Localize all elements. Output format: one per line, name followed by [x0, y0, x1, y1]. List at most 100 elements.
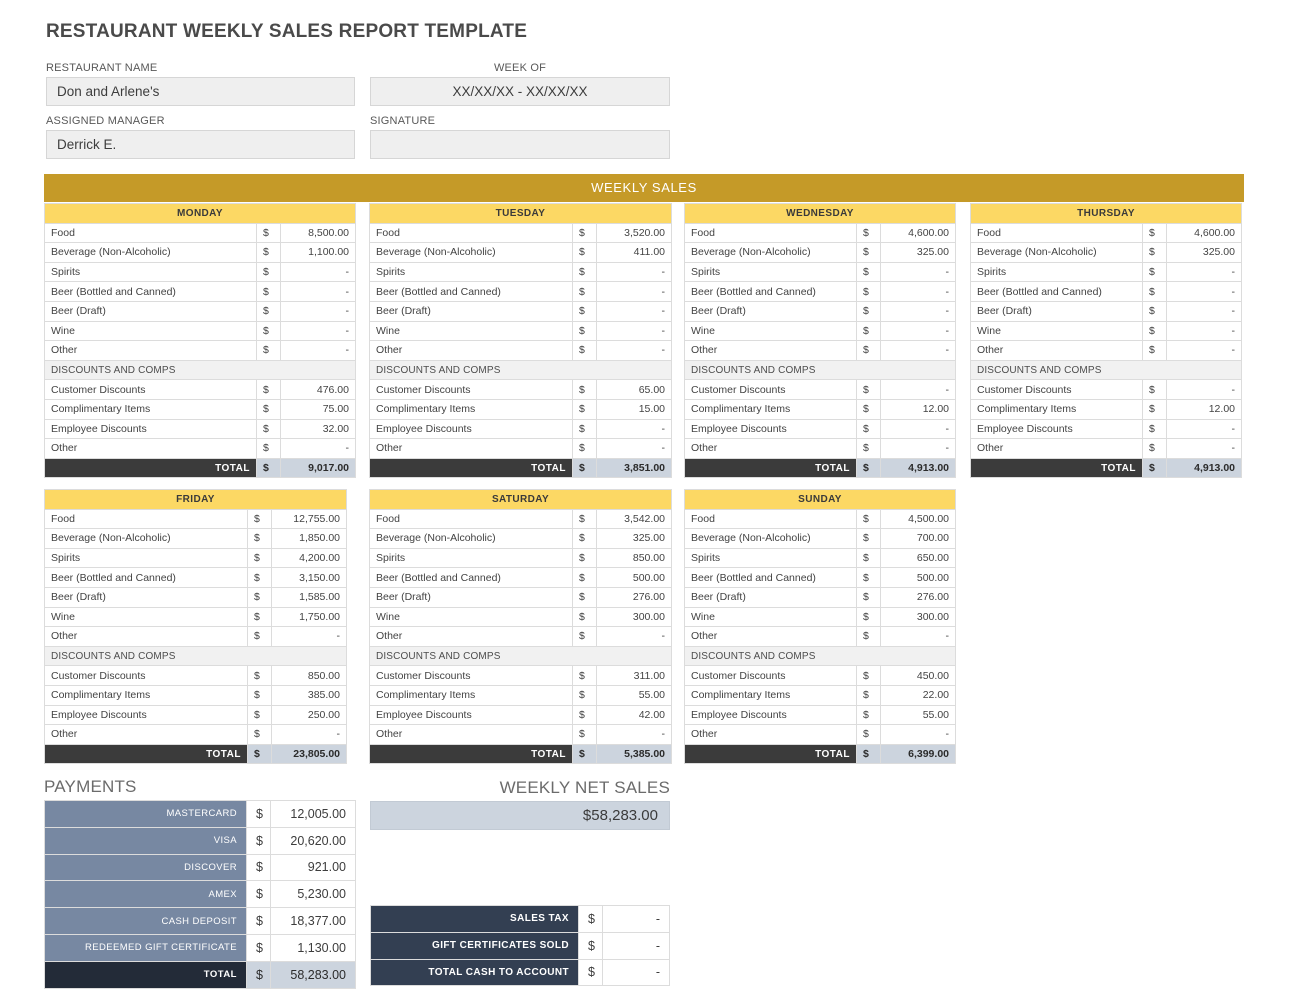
sales-amount-cell[interactable]: 1,100.00 [280, 242, 356, 263]
sales-amount-cell[interactable]: - [1166, 281, 1242, 302]
discount-category-label: Employee Discounts [684, 418, 857, 440]
sales-amount-cell[interactable]: 276.00 [880, 586, 956, 608]
assigned-manager-input[interactable]: Derrick E. [46, 130, 355, 159]
discount-amount-cell[interactable]: 42.00 [596, 704, 672, 726]
sales-amount-cell[interactable]: 325.00 [596, 528, 672, 549]
sales-amount-cell[interactable]: 4,500.00 [880, 508, 956, 530]
sales-amount-cell[interactable]: 500.00 [596, 567, 672, 588]
discount-amount-cell[interactable]: - [880, 724, 956, 745]
sales-amount-cell[interactable]: - [880, 261, 956, 283]
discount-amount-cell[interactable]: 476.00 [280, 379, 356, 400]
discount-amount-cell[interactable]: - [1166, 438, 1242, 459]
currency-symbol: $ [247, 724, 272, 745]
sales-amount-cell[interactable]: - [880, 281, 956, 302]
sales-amount-cell[interactable]: 850.00 [596, 547, 672, 569]
discount-amount-cell[interactable]: 65.00 [596, 379, 672, 400]
sales-amount-cell[interactable]: 325.00 [880, 242, 956, 263]
summary-amount-cell[interactable]: - [602, 958, 670, 987]
sales-amount-cell[interactable]: 3,150.00 [271, 567, 347, 588]
table-row: Employee Discounts $ - [369, 418, 672, 440]
discounts-section-label: DISCOUNTS AND COMPS [44, 359, 356, 381]
table-row: Spirits $ - [44, 261, 356, 283]
payment-amount-cell[interactable]: 12,005.00 [270, 800, 356, 828]
sales-amount-cell[interactable]: - [596, 261, 672, 283]
discount-amount-cell[interactable]: - [1166, 418, 1242, 440]
sales-amount-cell[interactable]: - [880, 340, 956, 361]
discount-amount-cell[interactable]: 850.00 [271, 665, 347, 686]
discount-amount-cell[interactable]: - [271, 724, 347, 745]
discount-amount-cell[interactable]: 55.00 [596, 684, 672, 706]
currency-symbol: $ [1142, 222, 1167, 244]
currency-symbol: $ [578, 931, 603, 960]
discount-amount-cell[interactable]: 12.00 [880, 398, 956, 420]
discount-amount-cell[interactable]: - [880, 379, 956, 400]
payment-amount-cell[interactable]: 18,377.00 [270, 907, 356, 935]
discount-amount-cell[interactable]: 250.00 [271, 704, 347, 726]
sales-amount-cell[interactable]: - [596, 281, 672, 302]
sales-amount-cell[interactable]: - [280, 340, 356, 361]
sales-amount-cell[interactable]: 8,500.00 [280, 222, 356, 244]
sales-amount-cell[interactable]: 700.00 [880, 528, 956, 549]
summary-amount-cell[interactable]: - [602, 931, 670, 960]
discount-amount-cell[interactable]: 22.00 [880, 684, 956, 706]
sales-amount-cell[interactable]: - [596, 300, 672, 322]
sales-amount-cell[interactable]: - [280, 261, 356, 283]
discount-amount-cell[interactable]: 12.00 [1166, 398, 1242, 420]
sales-amount-cell[interactable]: - [271, 626, 347, 647]
payment-amount-cell[interactable]: 921.00 [270, 853, 356, 882]
discount-amount-cell[interactable]: 311.00 [596, 665, 672, 686]
discount-amount-cell[interactable]: 55.00 [880, 704, 956, 726]
sales-amount-cell[interactable]: 1,850.00 [271, 528, 347, 549]
discounts-section-label: DISCOUNTS AND COMPS [369, 645, 672, 667]
sales-amount-cell[interactable]: - [880, 320, 956, 342]
discount-amount-cell[interactable]: - [280, 438, 356, 459]
currency-symbol: $ [856, 547, 881, 569]
discount-amount-cell[interactable]: - [596, 724, 672, 745]
sales-amount-cell[interactable]: - [880, 626, 956, 647]
discount-amount-cell[interactable]: 15.00 [596, 398, 672, 420]
sales-amount-cell[interactable]: 276.00 [596, 586, 672, 608]
sales-amount-cell[interactable]: 500.00 [880, 567, 956, 588]
sales-amount-cell[interactable]: 3,520.00 [596, 222, 672, 244]
signature-input[interactable] [370, 130, 670, 159]
restaurant-name-input[interactable]: Don and Arlene's [46, 77, 355, 106]
discount-amount-cell[interactable]: 75.00 [280, 398, 356, 420]
sales-amount-cell[interactable]: 3,542.00 [596, 508, 672, 530]
sales-amount-cell[interactable]: - [280, 320, 356, 342]
discount-amount-cell[interactable]: - [596, 418, 672, 440]
payment-amount-cell[interactable]: 1,130.00 [270, 933, 356, 962]
sales-amount-cell[interactable]: - [1166, 300, 1242, 322]
discount-amount-cell[interactable]: - [596, 438, 672, 459]
sales-amount-cell[interactable]: - [1166, 320, 1242, 342]
sales-amount-cell[interactable]: - [596, 340, 672, 361]
discount-amount-cell[interactable]: - [880, 438, 956, 459]
discount-amount-cell[interactable]: - [880, 418, 956, 440]
discount-amount-cell[interactable]: 32.00 [280, 418, 356, 440]
sales-amount-cell[interactable]: 4,600.00 [1166, 222, 1242, 244]
summary-amount-cell[interactable]: - [602, 905, 670, 933]
sales-amount-cell[interactable]: 300.00 [880, 606, 956, 628]
sales-amount-cell[interactable]: - [280, 300, 356, 322]
sales-amount-cell[interactable]: - [1166, 261, 1242, 283]
sales-amount-cell[interactable]: 650.00 [880, 547, 956, 569]
week-of-input[interactable]: XX/XX/XX - XX/XX/XX [370, 77, 670, 106]
sales-amount-cell[interactable]: 1,585.00 [271, 586, 347, 608]
sales-amount-cell[interactable]: 12,755.00 [271, 508, 347, 530]
payment-amount-cell[interactable]: 5,230.00 [270, 880, 356, 909]
sales-amount-cell[interactable]: - [596, 320, 672, 342]
discount-amount-cell[interactable]: 450.00 [880, 665, 956, 686]
sales-amount-cell[interactable]: - [280, 281, 356, 302]
payment-amount-cell[interactable]: 20,620.00 [270, 826, 356, 855]
sales-amount-cell[interactable]: - [880, 300, 956, 322]
sales-amount-cell[interactable]: 411.00 [596, 242, 672, 263]
sales-amount-cell[interactable]: - [1166, 340, 1242, 361]
discount-amount-cell[interactable]: - [1166, 379, 1242, 400]
discounts-section-label: DISCOUNTS AND COMPS [44, 645, 347, 667]
sales-amount-cell[interactable]: 4,600.00 [880, 222, 956, 244]
sales-amount-cell[interactable]: 1,750.00 [271, 606, 347, 628]
discount-amount-cell[interactable]: 385.00 [271, 684, 347, 706]
sales-amount-cell[interactable]: 325.00 [1166, 242, 1242, 263]
sales-amount-cell[interactable]: 4,200.00 [271, 547, 347, 569]
sales-amount-cell[interactable]: 300.00 [596, 606, 672, 628]
sales-amount-cell[interactable]: - [596, 626, 672, 647]
